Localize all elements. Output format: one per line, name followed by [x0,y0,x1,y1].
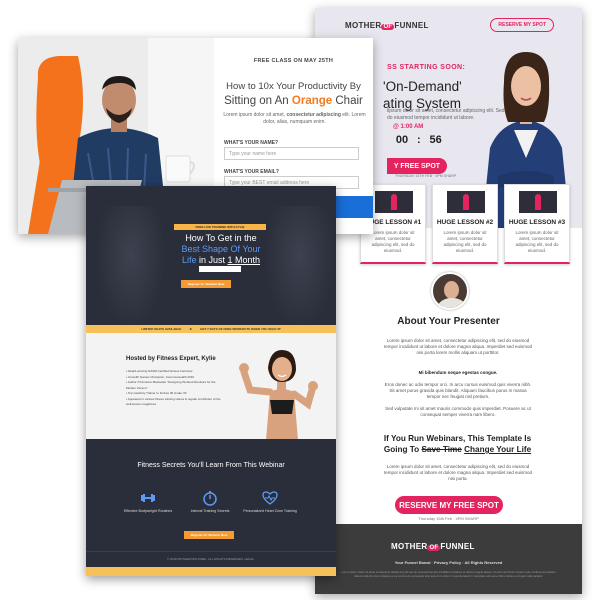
email-input[interactable] [199,266,241,272]
free-spot-subtext: THURSDAY 15TH FEB · 4PM SHARP [395,174,457,178]
webinar-heading: If You Run Webinars, This Template Is Go… [383,434,532,454]
lesson-card[interactable]: HUGE LESSON #3 Lorem ipsum dolor sit ame… [504,184,570,264]
dumbbell-icon [141,494,155,502]
hero-eyebrow: SS STARTING SOON: [387,64,466,71]
reserve-subtext: Thursday 15th Feb · 4PM SHARP [418,516,479,521]
lesson-title: HUGE LESSON #2 [436,219,494,226]
footer-links[interactable]: Your Funnel Brand · Privacy Policy · All… [315,560,582,565]
lesson-desc: Lorem ipsum dolor sit amet, consectetur … [443,230,487,253]
lesson-card[interactable]: HUGE LESSON #2 Lorem ipsum dolor sit ame… [432,184,498,264]
secrets-title: Fitness Secrets You'll Learn From This W… [137,462,285,469]
feature-label: Effective Bodyweight Routines [123,509,173,513]
brand-logo[interactable]: MOTHER OF FUNNEL [345,21,429,30]
footer-logo[interactable]: MOTHER OF FUNNEL [391,542,475,551]
free-spot-button[interactable]: Y FREE SPOT [387,158,447,174]
lesson-desc: Lorem ipsum dolor sit amet, consectetur … [371,230,415,253]
register-webinar-button[interactable]: Register for Webinar Now [181,280,231,288]
reserve-spot-nav-button[interactable]: RESERVE MY SPOT [490,18,554,32]
presenter-paragraph: Eros donec ac odio tempor orci. In arcu … [384,382,532,400]
presenter-bold-line: Mi bibendum neque egestas congue. [418,370,498,375]
hero-time: @ 1:00 AM [393,124,424,130]
lesson-thumbnail [519,191,557,213]
lesson-desc: Lorem ipsum dolor sit amet, consectetur … [515,230,559,253]
heart-rate-icon [262,491,278,505]
lessons-row: HUGE LESSON #1 Lorem ipsum dolor sit ame… [360,184,582,264]
lesson-thumbnail [447,191,485,213]
fitness-trainer-image [239,350,318,440]
form-eyebrow: FREE CLASS ON MAY 25TH [253,58,334,64]
register-webinar-button-2[interactable]: Register for Webinar Now [184,531,234,539]
countdown: 00:56 [395,134,442,146]
lesson-title: HUGE LESSON #3 [508,219,566,226]
training-pill: FREE LIVE TRAINING WITH KYLIE [174,224,266,230]
list-item: Appeared in various fitness training vid… [126,397,226,408]
reserve-free-spot-button[interactable]: RESERVE MY FREE SPOT [395,496,503,514]
presenter-title: About Your Presenter [397,316,500,327]
showcase-stage: MOTHER OF FUNNEL RESERVE MY SPOT SS STARTI… [0,0,600,600]
presenter-paragraph: Sed vulputate mi sit amet mauris commodo… [385,406,531,418]
host-credentials: Award-winning NASM Certified Fitness Ins… [126,369,226,408]
presenter-avatar [431,272,469,310]
footer-disclaimer: Lorem ipsum dolor sit amet consectetur a… [341,570,556,578]
list-item: Author Of Amazon Bestseller "Designing W… [126,380,226,391]
form-subtext: Lorem ipsum dolor sit amet, consectetur … [223,112,366,125]
lesson-thumbnail [375,191,413,213]
webinar-paragraph: Lorem ipsum dolor sit amet, consectetur … [383,464,533,482]
fitness-bottom-bar [86,567,336,576]
fitness-webinar-page: FREE LIVE TRAINING WITH KYLIE How To Get… [86,186,336,576]
feature-label: Interval Training Secrets [190,509,230,513]
feature-label: Personalized Heart Zone Training [243,509,297,513]
email-label: WHAT'S YOUR EMAIL? [224,169,279,175]
top-nav: MOTHER OF FUNNEL RESERVE MY SPOT [315,8,582,42]
name-label: WHAT'S YOUR NAME? [224,140,279,146]
stopwatch-icon [203,491,217,506]
fitness-footer: © 2018 MOTHEROFFUNNEL. ALL RIGHTS RESERV… [86,551,336,567]
host-title: Hosted by Fitness Expert, Kylie [126,356,216,362]
name-input[interactable]: Type your name here [224,147,359,160]
fitness-headline: How To Get in the Best Shape Of Your Lif… [181,233,261,265]
presenter-paragraph: Lorem ipsum dolor sit amet, consectetur … [383,338,533,356]
form-headline: How to 10x Your Productivity By Sitting … [224,81,363,107]
limited-seats-bar: LIMITED SEATS AVAILABLE ★ GET 7 DAYS OF FR… [86,325,336,333]
footer: MOTHER OF FUNNEL Your Funnel Brand · Priva… [315,524,582,594]
